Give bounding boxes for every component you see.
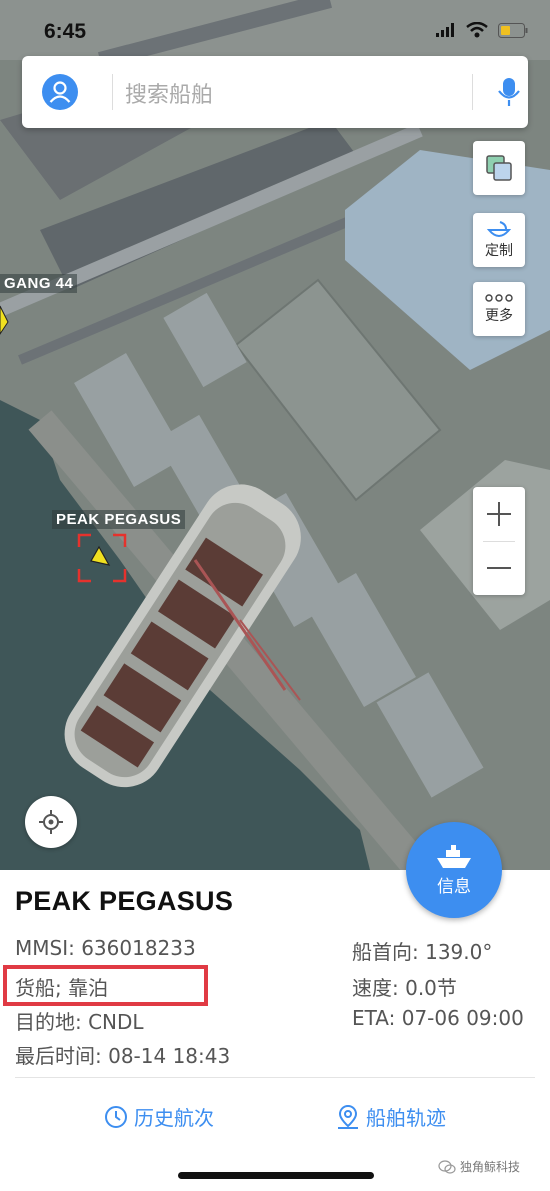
- more-dots-icon: [485, 294, 513, 302]
- ship-icon: [437, 844, 471, 868]
- zoom-in-button[interactable]: [473, 487, 525, 541]
- custom-icon: [486, 221, 512, 237]
- watermark: 独角鲸科技: [438, 1158, 520, 1175]
- layers-icon: [486, 155, 512, 181]
- history-voyages-label: 历史航次: [134, 1106, 214, 1130]
- highlight-annotation: [3, 965, 208, 1006]
- zoom-control: [473, 487, 525, 595]
- satellite-imagery: [0, 0, 550, 870]
- mmsi-value: MMSI: 636018233: [15, 936, 196, 960]
- ship-label-selected[interactable]: PEAK PEGASUS: [52, 510, 186, 529]
- ship-selection-marker[interactable]: [77, 533, 127, 583]
- search-bar[interactable]: 搜索船舶: [22, 56, 528, 128]
- ship-track-button[interactable]: 船舶轨迹: [336, 1102, 446, 1131]
- divider: [112, 74, 113, 110]
- divider: [472, 74, 473, 110]
- wechat-icon: [438, 1159, 456, 1174]
- info-button-label: 信息: [437, 876, 471, 897]
- ship-label-text: PEAK PEGASUS: [56, 511, 182, 528]
- map-view[interactable]: 6:45 搜索船舶 定制 更多 GANG 44 PEAK PEGASUS: [0, 0, 550, 870]
- search-input[interactable]: 搜索船舶: [125, 77, 213, 109]
- last-time-value: 最后时间: 08-14 18:43: [15, 1044, 231, 1068]
- speed-value: 速度: 0.0节: [352, 976, 457, 1000]
- custom-label: 定制: [485, 243, 513, 259]
- ship-name: PEAK PEGASUS: [15, 886, 234, 916]
- destination-value: 目的地: CNDL: [15, 1010, 144, 1034]
- ship-label-partial[interactable]: GANG 44: [0, 274, 78, 293]
- more-label: 更多: [485, 308, 513, 324]
- crosshair-icon: [39, 810, 63, 834]
- history-voyages-button[interactable]: 历史航次: [104, 1102, 214, 1131]
- signal-icon: [436, 23, 454, 37]
- home-indicator: [178, 1172, 374, 1179]
- zoom-out-button[interactable]: [473, 541, 525, 595]
- ship-track-label: 船舶轨迹: [366, 1106, 446, 1130]
- ship-label-text: GANG 44: [4, 275, 74, 292]
- locate-button[interactable]: [25, 796, 77, 848]
- eta-value: ETA: 07-06 09:00: [352, 1006, 524, 1030]
- heading-value: 船首向: 139.0°: [352, 940, 493, 964]
- ship-info-panel: PEAK PEGASUS MMSI: 636018233 货船; 靠泊 目的地:…: [0, 870, 550, 1191]
- clock-icon: [105, 1105, 127, 1128]
- status-bar: 6:45: [0, 0, 550, 58]
- custom-button[interactable]: 定制: [473, 213, 525, 267]
- status-icons: [436, 22, 528, 38]
- wifi-icon: [466, 22, 488, 38]
- more-button[interactable]: 更多: [473, 282, 525, 336]
- battery-icon: [498, 22, 528, 38]
- watermark-text: 独角鲸科技: [460, 1160, 521, 1174]
- divider: [15, 1077, 535, 1078]
- info-button[interactable]: 信息: [406, 822, 502, 918]
- status-time: 6:45: [44, 20, 87, 43]
- microphone-icon[interactable]: [494, 74, 524, 110]
- location-pin-icon: [338, 1104, 358, 1129]
- layers-button[interactable]: [473, 141, 525, 195]
- user-avatar-icon[interactable]: [42, 74, 78, 110]
- plus-icon: [487, 502, 511, 526]
- minus-icon: [487, 567, 511, 569]
